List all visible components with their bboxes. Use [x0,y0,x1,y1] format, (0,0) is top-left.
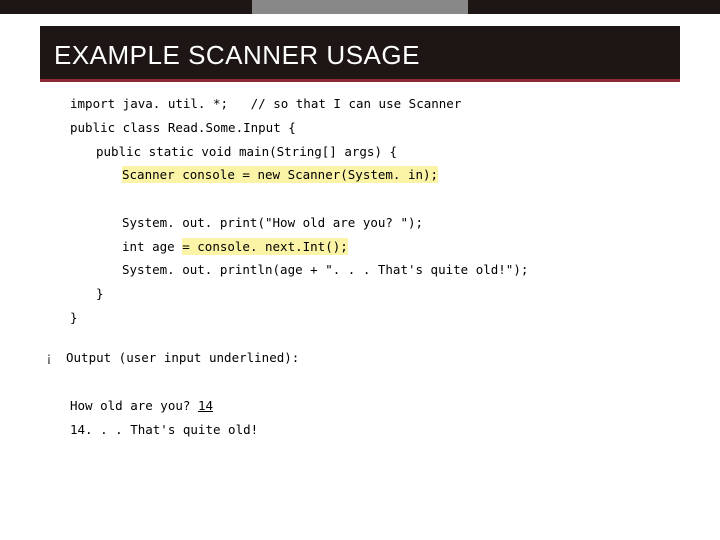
code-line-import: import java. util. *; // so that I can u… [70,92,660,116]
top-accent-seg-3 [468,0,720,14]
code-scanner-hl: Scanner console = new Scanner(System. in… [122,166,438,183]
slide-title: EXAMPLE SCANNER USAGE [54,40,666,71]
title-pre: EXAMPLE [54,40,188,70]
output-line-2: 14. . . That's quite old! [70,418,660,442]
output-user-input: 14 [198,398,213,413]
code-line-scanner: Scanner console = new Scanner(System. in… [70,163,660,187]
title-post: USAGE [319,40,420,70]
code-import-stmt: import java. util. *; [70,96,251,111]
code-line-brace-2: } [70,306,660,330]
code-line-print: System. out. print("How old are you? "); [70,211,660,235]
code-import-comment: // so that I can use Scanner [251,96,462,111]
output-section: ¡ Output (user input underlined): How ol… [70,344,660,442]
title-scanner: SCANNER [188,40,319,70]
code-line-class: public class Read.Some.Input { [70,116,660,140]
content-area: import java. util. *; // so that I can u… [70,92,660,441]
output-heading: Output (user input underlined): [66,346,299,370]
code-line-brace-1: } [70,282,660,306]
slide: EXAMPLE SCANNER USAGE import java. util.… [0,0,720,540]
code-line-println: System. out. println(age + ". . . That's… [70,258,660,282]
code-line-main: public static void main(String[] args) { [70,140,660,164]
top-accent-bar [0,0,720,14]
output-heading-row: ¡ Output (user input underlined): [42,344,660,371]
output-blank [70,370,660,394]
output-prompt: How old are you? [70,398,198,413]
code-intage-hl: = console. next.Int(); [182,238,348,255]
bullet-icon: ¡ [42,344,56,371]
title-underline [40,79,680,82]
top-accent-seg-1 [0,0,252,14]
top-accent-seg-2 [252,0,468,14]
output-line-1: How old are you? 14 [70,394,660,418]
code-line-blank-1 [70,187,660,211]
code-intage-a: int age [122,239,182,254]
title-block: EXAMPLE SCANNER USAGE [40,26,680,79]
code-line-intage: int age = console. next.Int(); [70,235,660,259]
